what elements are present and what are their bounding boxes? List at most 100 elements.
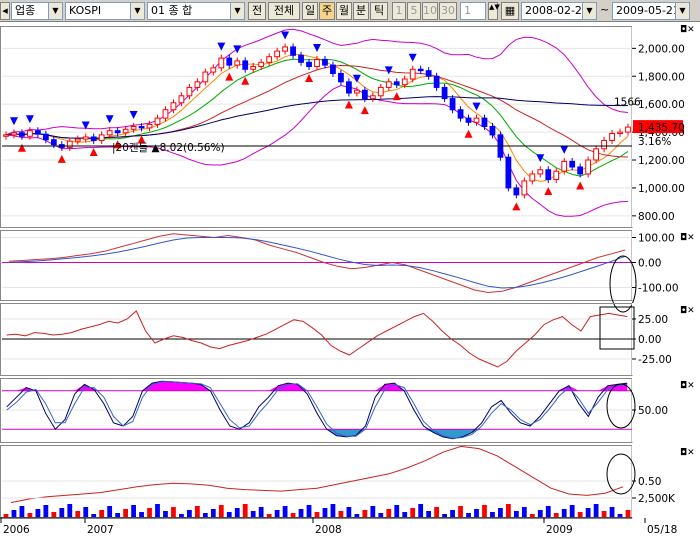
volume-bar <box>346 507 352 517</box>
interval-10-button[interactable]: 10 <box>422 2 438 20</box>
volume-bar <box>458 506 463 517</box>
dropdown-arrow-icon: ▼ <box>582 3 596 19</box>
volume-bar <box>370 506 376 517</box>
stock-chart[interactable]: 2,000.001,800.001,600.001,400.001,200.00… <box>0 22 700 539</box>
sector-select[interactable]: 01 종 합 ▼ <box>147 2 245 20</box>
panel-icon: ◘✕ <box>680 233 695 243</box>
candle-body <box>210 67 217 73</box>
candle-body <box>186 86 193 97</box>
candle-body <box>537 169 544 175</box>
week-button[interactable]: 주 <box>319 2 335 20</box>
volume-bar <box>450 510 455 517</box>
ma5-line <box>5 54 629 183</box>
volume-bar <box>123 509 128 517</box>
volume-bar <box>537 510 543 517</box>
price-axis-tick-label: 1,200.00 <box>638 155 685 167</box>
candle-body <box>585 159 592 175</box>
volume-bar <box>83 507 89 517</box>
interval-30-button[interactable]: 30 <box>439 2 457 20</box>
volume-bar <box>601 511 607 517</box>
minute-button[interactable]: 분 <box>353 2 369 20</box>
prev-button[interactable]: 전 <box>248 2 266 20</box>
candle-body <box>561 160 568 172</box>
volume-bar <box>35 509 41 517</box>
volume-bar <box>466 513 471 517</box>
volume-bar <box>3 514 9 517</box>
candle-body <box>338 72 344 83</box>
sector-select-label: 01 종 합 <box>151 4 193 17</box>
buy-signal-icon <box>576 181 585 190</box>
calendar-icon[interactable]: ▦ <box>501 2 519 20</box>
date-to-input[interactable]: 2009-05-21 ▼ <box>612 2 690 20</box>
volume-bar <box>442 514 447 517</box>
candle-body <box>505 156 512 189</box>
volume-bar <box>322 508 328 517</box>
current-price-label: 1,435.70 <box>638 122 685 134</box>
volume-bar <box>115 513 121 517</box>
candle-body <box>170 102 177 111</box>
candle-body <box>306 61 312 67</box>
volume-bar <box>155 504 160 517</box>
volume-bar <box>362 510 368 517</box>
sell-signal-icon <box>9 117 18 126</box>
oversold-fill <box>6 429 628 439</box>
candle-body <box>138 126 145 129</box>
candle-body <box>202 71 209 83</box>
market-select-label: 업종 <box>15 4 36 17</box>
spin-icon[interactable]: ▲▼ <box>488 2 500 20</box>
macd-axis-tick-label: 0.00 <box>638 258 661 270</box>
price-axis-tick-label: 1,000.00 <box>638 183 685 195</box>
volume-bar <box>171 507 176 517</box>
volume-bar <box>187 510 192 517</box>
volume-bar <box>67 504 73 517</box>
interval-5-button[interactable]: 5 <box>407 2 421 20</box>
day-button[interactable]: 일 <box>302 2 318 20</box>
indicator-line <box>10 445 624 504</box>
volume-bar <box>99 510 105 517</box>
candle-body <box>481 117 488 127</box>
interval-1-button[interactable]: 1 <box>392 2 406 20</box>
volume-bar <box>561 509 567 517</box>
volume-bar <box>378 513 384 517</box>
all-button[interactable]: 전체 <box>268 2 300 20</box>
tick-button[interactable]: 틱 <box>370 2 388 20</box>
volume-bar <box>410 508 416 517</box>
candle-body <box>425 70 432 77</box>
sell-signal-icon <box>105 115 114 124</box>
index-select[interactable]: KOSPI ▼ <box>65 2 145 20</box>
candle-body <box>50 139 57 146</box>
buy-signal-icon <box>360 106 369 115</box>
sell-signal-icon <box>472 102 481 111</box>
volume-bar <box>234 508 240 517</box>
volume-bar <box>434 507 440 517</box>
panel-icon: ◘✕ <box>680 25 695 35</box>
candle-body <box>593 148 600 161</box>
volume-bar <box>394 505 400 517</box>
menu-icon[interactable]: ◂ <box>0 2 10 20</box>
volume-bar <box>131 505 136 517</box>
candle-body <box>401 78 408 86</box>
volume-bar <box>569 505 575 517</box>
candle-body <box>569 160 576 168</box>
candle-body <box>154 117 161 125</box>
volume-bar <box>194 506 200 517</box>
volume-bar <box>75 511 81 517</box>
dropdown-arrow-icon: ▼ <box>230 3 244 19</box>
candle-body <box>433 75 440 88</box>
market-select[interactable]: 업종 ▼ <box>11 2 63 20</box>
volume-bar <box>179 514 184 517</box>
volume-bar <box>274 510 280 517</box>
month-button[interactable]: 월 <box>336 2 352 20</box>
candle-body <box>242 60 249 70</box>
buy-signal-icon <box>17 143 26 152</box>
candle-body <box>322 59 328 66</box>
interval-custom-input[interactable]: 1 <box>460 2 486 20</box>
candle-body <box>330 64 336 74</box>
volume-bar <box>306 505 312 517</box>
volume-bar <box>474 509 479 517</box>
volume-bar <box>19 506 25 517</box>
date-from-input[interactable]: 2008-02-26 ▼ <box>521 2 597 20</box>
volume-bar <box>202 513 208 517</box>
candle-body <box>353 89 360 94</box>
candle-body <box>98 134 105 141</box>
